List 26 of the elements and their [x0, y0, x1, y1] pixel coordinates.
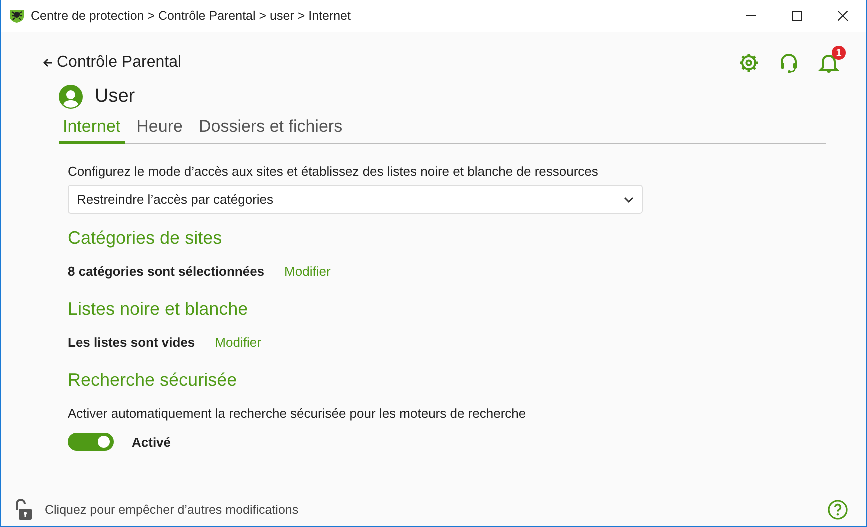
- notification-badge: 1: [832, 46, 846, 60]
- status-text: Les listes sont vides: [68, 335, 196, 350]
- section-heading: Listes noire et blanche: [68, 298, 250, 321]
- maximize-icon[interactable]: [792, 11, 802, 21]
- close-icon[interactable]: [838, 11, 848, 21]
- help-icon[interactable]: [828, 500, 848, 520]
- user-avatar-icon: [59, 85, 83, 109]
- status-text: 8 catégories sont sélectionnées: [68, 264, 265, 279]
- back-arrow-icon: [43, 58, 53, 68]
- back-link[interactable]: Contrôle Parental: [43, 54, 738, 72]
- window-title: Centre de protection > Contrôle Parental > user > Internet: [31, 9, 352, 23]
- section-heading: Catégories de sites: [68, 227, 224, 250]
- toggle-label: Activé: [132, 434, 172, 450]
- chevron-down-icon: [624, 196, 634, 202]
- settings-icon[interactable]: [738, 52, 760, 74]
- access-description: Configurez le mode d’accès aux sites et établissez des listes noire et blanche de ressources: [68, 164, 600, 179]
- tab[interactable]: Dossiers et fichiers: [194, 115, 347, 144]
- tab[interactable]: Heure: [132, 115, 187, 144]
- access-mode-dropdown[interactable]: Restreindre l’accès par catégories: [68, 185, 643, 214]
- spider-logo-icon: [9, 8, 25, 24]
- lock-hint-text: Cliquez pour empêcher d’autres modifications: [45, 503, 300, 517]
- section-description: Activer automatiquement la recherche sécurisée pour les moteurs de recherche: [68, 406, 528, 421]
- toggle-switch[interactable]: [68, 433, 114, 451]
- section-heading: Recherche sécurisée: [68, 369, 238, 392]
- headset-icon[interactable]: [778, 52, 800, 74]
- user-name: User: [95, 86, 136, 108]
